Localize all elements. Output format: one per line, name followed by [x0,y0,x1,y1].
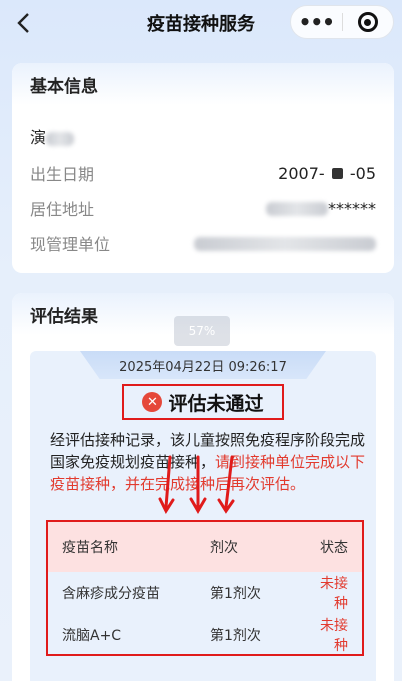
page-title: 疫苗接种服务 [147,14,255,35]
red-arrows-annotation [158,455,235,515]
error-x-icon: ✕ [142,392,163,412]
target-circle-icon[interactable] [342,12,393,32]
evaluation-status-box: ✕ 评估未通过 [122,384,284,420]
management-unit-row: 现管理单位 [30,228,376,258]
birth-date-label: 出生日期 [30,165,95,184]
header-status: 状态 [320,540,348,556]
address-label: 居住地址 [30,200,95,219]
name-row: 演 [30,121,376,151]
vaccine-dose: 第1剂次 [210,586,261,602]
nav-bar: 疫苗接种服务 ••• [0,0,402,46]
basic-info-title: 基本信息 [12,63,394,105]
evaluation-datetime: 2025年04月22日 09:26:17 [80,351,326,379]
vaccine-dose: 第1剂次 [210,628,261,644]
table-header: 疫苗名称 剂次 状态 [48,522,362,572]
address-row: 居住地址 ****** [30,193,376,223]
management-unit-label: 现管理单位 [30,235,111,254]
chevron-left-icon[interactable] [6,6,40,40]
table-row: 含麻疹成分疫苗 第1剂次 未接种 [48,572,362,614]
loading-progress-badge: 57% [174,316,230,346]
basic-info-card: 基本信息 演 出生日期 2007- -05 居住地址 ****** 现管理单位 [12,63,394,273]
child-name: 演 [30,124,75,148]
vaccine-status: 未接种 [320,618,348,654]
header-vaccine-name: 疫苗名称 [62,540,118,556]
header-dose: 剂次 [210,540,238,556]
management-unit-value [194,234,376,253]
evaluation-status-text: 评估未通过 [168,392,264,415]
birth-date-row: 出生日期 2007- -05 [30,158,376,188]
address-value: ****** [266,199,376,218]
more-dots-icon[interactable]: ••• [291,10,342,34]
table-row: 流脑A+C 第1剂次 未接种 [48,614,362,656]
vaccine-name: 含麻疹成分疫苗 [62,586,160,602]
mini-program-capsule: ••• [290,5,394,39]
vaccine-name: 流脑A+C [62,628,122,644]
birth-date-value: 2007- -05 [278,163,376,183]
vaccine-status: 未接种 [320,576,348,612]
vaccine-table: 疫苗名称 剂次 状态 含麻疹成分疫苗 第1剂次 未接种 流脑A+C 第1剂次 未… [46,520,364,656]
